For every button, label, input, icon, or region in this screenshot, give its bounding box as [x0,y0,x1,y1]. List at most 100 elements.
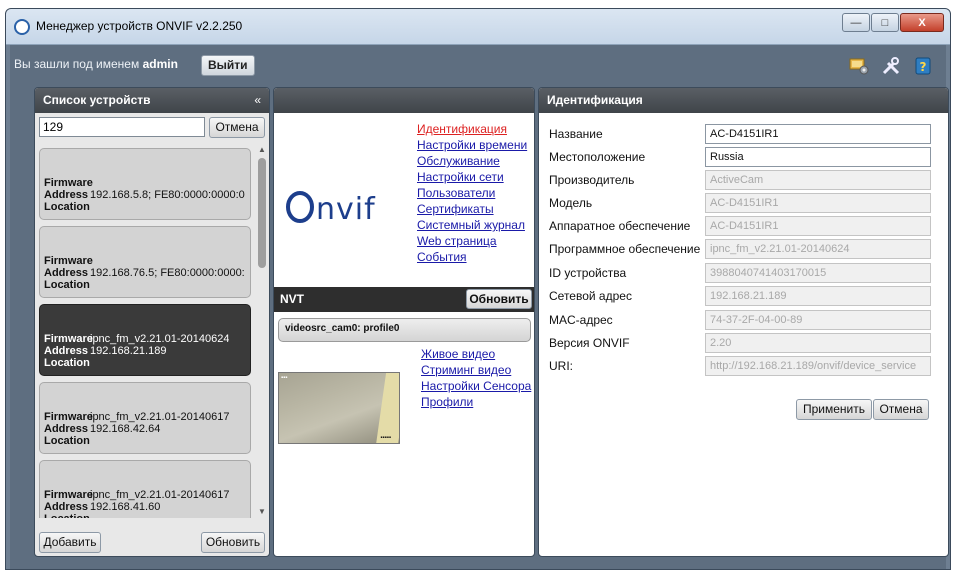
field-label: Сетевой адрес [549,289,632,303]
device-address-line: Address 192.168.21.189 [44,345,229,357]
device-location-line: Location [44,435,229,447]
device-address-value: 192.168.21.189 [90,345,167,357]
field-label: Производитель [549,173,635,187]
minimize-button[interactable]: — [842,13,870,32]
device-menu-link[interactable]: Обслуживание [417,153,527,169]
device-address-line: Address 192.168.42.64 [44,423,229,435]
device-menu-link[interactable]: Web страница [417,233,527,249]
video-preview-thumbnail[interactable]: ▪▪▪ ▪▪▪▪▪ [278,372,400,444]
device-card[interactable]: Firmwareipnc_fm_v2.21.01-20140617 Address… [39,382,251,454]
device-search-input[interactable] [39,117,205,137]
device-menu-panel: nvif Идентификация Настройки времени Обслу… [273,87,535,557]
device-firmware-label: Firmware [44,411,93,423]
scroll-thumb[interactable] [258,158,266,268]
device-menu-link[interactable]: Настройки времени [417,137,527,153]
device-menu-link[interactable]: События [417,249,527,265]
device-address-value: 192.168.41.60 [90,501,161,513]
identification-header: Идентификация [539,88,948,113]
form-row: Модель AC-D4151IR1 [549,193,939,213]
scroll-up-icon[interactable]: ▲ [257,144,267,156]
device-address-value: 192.168.76.5; FE80:0000:0000: [90,267,245,279]
logged-in-text: Вы зашли под именем admin [14,57,178,71]
nvt-bar: NVT Обновить [274,287,534,312]
field-value-input: ipnc_fm_v2.21.01-20140624 [705,239,931,259]
device-menu-link[interactable]: Настройки сети [417,169,527,185]
profile-selector[interactable]: videosrc_cam0: profile0 [278,318,531,342]
field-value-input[interactable]: Russia [705,147,931,167]
cancel-button[interactable]: Отмена [873,399,929,420]
device-location-line: Location [44,279,245,291]
device-location-label: Location [44,357,90,369]
monitor-settings-icon[interactable] [848,55,870,77]
device-firmware-label: Firmware [44,255,93,267]
field-value-input: 192.168.21.189 [705,286,931,306]
help-icon[interactable]: ? [912,55,934,77]
scroll-down-icon[interactable]: ▼ [257,506,267,518]
toolbar-icons: ? [848,55,934,77]
device-menu-link[interactable]: Сертификаты [417,201,527,217]
field-label: Версия ONVIF [549,336,630,350]
identification-panel: Идентификация Название AC-D4151IR1 Местопо… [538,87,949,557]
logged-prefix: Вы зашли под именем [14,57,140,71]
apply-button[interactable]: Применить [796,399,872,420]
window-controls: — □ X [842,13,944,32]
field-label: Модель [549,196,593,210]
field-label: URI: [549,359,573,373]
device-card[interactable]: Firmware Address 192.168.5.8; FE80:0000:00… [39,148,251,220]
preview-timestamp-icon: ▪▪▪▪▪ [380,435,391,441]
close-button[interactable]: X [900,13,944,32]
nvt-title: NVT [280,292,304,306]
device-list: Firmware Address 192.168.5.8; FE80:0000:00… [37,144,253,518]
maximize-button[interactable]: □ [871,13,899,32]
device-location-label: Location [44,279,90,291]
field-label: Программное обеспечение [549,242,701,256]
device-address-label: Address [44,423,89,435]
device-list-footer: Добавить Обновить [39,532,265,554]
field-value-input[interactable]: AC-D4151IR1 [705,124,931,144]
app-window: Менеджер устройств ONVIF v2.2.250 — □ X … [5,8,951,570]
device-firmware-value: ipnc_fm_v2.21.01-20140617 [90,489,230,501]
form-row: Название AC-D4151IR1 [549,124,939,144]
tools-icon[interactable] [880,55,902,77]
device-menu-link[interactable]: Идентификация [417,121,527,137]
video-menu-link[interactable]: Настройки Сенсора [421,378,531,394]
form-row: Программное обеспечение ipnc_fm_v2.21.01-… [549,239,939,259]
title-bar: Менеджер устройств ONVIF v2.2.250 — □ X [6,9,950,45]
video-menu-link[interactable]: Живое видео [421,346,531,362]
device-address-line: Address 192.168.41.60 [44,501,229,513]
field-value-input: http://192.168.21.189/onvif/device_servi… [705,356,931,376]
search-cancel-button[interactable]: Отмена [209,117,265,138]
device-list-scrollbar[interactable]: ▲ ▼ [257,144,267,518]
window-title: Менеджер устройств ONVIF v2.2.250 [36,19,243,33]
add-device-button[interactable]: Добавить [39,532,101,553]
device-card[interactable]: Firmware Address 192.168.76.5; FE80:0000:0… [39,226,251,298]
device-firmware-label: Firmware [44,333,93,345]
client-area: Вы зашли под именем admin Выйти ? Список… [10,45,949,569]
device-menu-link[interactable]: Системный журнал [417,217,527,233]
device-location-line: Location [44,201,245,213]
device-firmware-line: Firmwareipnc_fm_v2.21.01-20140617 [44,489,229,501]
form-row: URI: http://192.168.21.189/onvif/device_s… [549,356,939,376]
video-menu-link[interactable]: Стриминг видео [421,362,531,378]
device-menu-link[interactable]: Пользователи [417,185,527,201]
collapse-panel-icon[interactable]: « [254,88,261,113]
field-value-input: AC-D4151IR1 [705,216,931,236]
top-bar: Вы зашли под именем admin Выйти ? [10,45,946,85]
logout-button[interactable]: Выйти [201,55,255,76]
device-location-label: Location [44,201,90,213]
username: admin [142,57,178,71]
nvt-refresh-button[interactable]: Обновить [466,289,532,309]
video-menu-link[interactable]: Профили [421,394,531,410]
device-list-header: Список устройств « [35,88,269,113]
field-value-input: 398804074140317001​5 [705,263,931,283]
device-card[interactable]: Firmwareipnc_fm_v2.21.01-20140617 Address… [39,460,251,518]
device-address-label: Address [44,501,89,513]
onvif-logo: nvif [286,191,375,227]
device-card[interactable]: Firmwareipnc_fm_v2.21.01-20140624 Address… [39,304,251,376]
device-address-line: Address 192.168.76.5; FE80:0000:0000: [44,267,245,279]
preview-overlay-icon: ▪▪▪ [281,375,288,381]
field-value-input: AC-D4151IR1 [705,193,931,213]
field-value-input: ActiveCam [705,170,931,190]
device-address-label: Address [44,189,89,201]
refresh-devices-button[interactable]: Обновить [201,532,265,553]
